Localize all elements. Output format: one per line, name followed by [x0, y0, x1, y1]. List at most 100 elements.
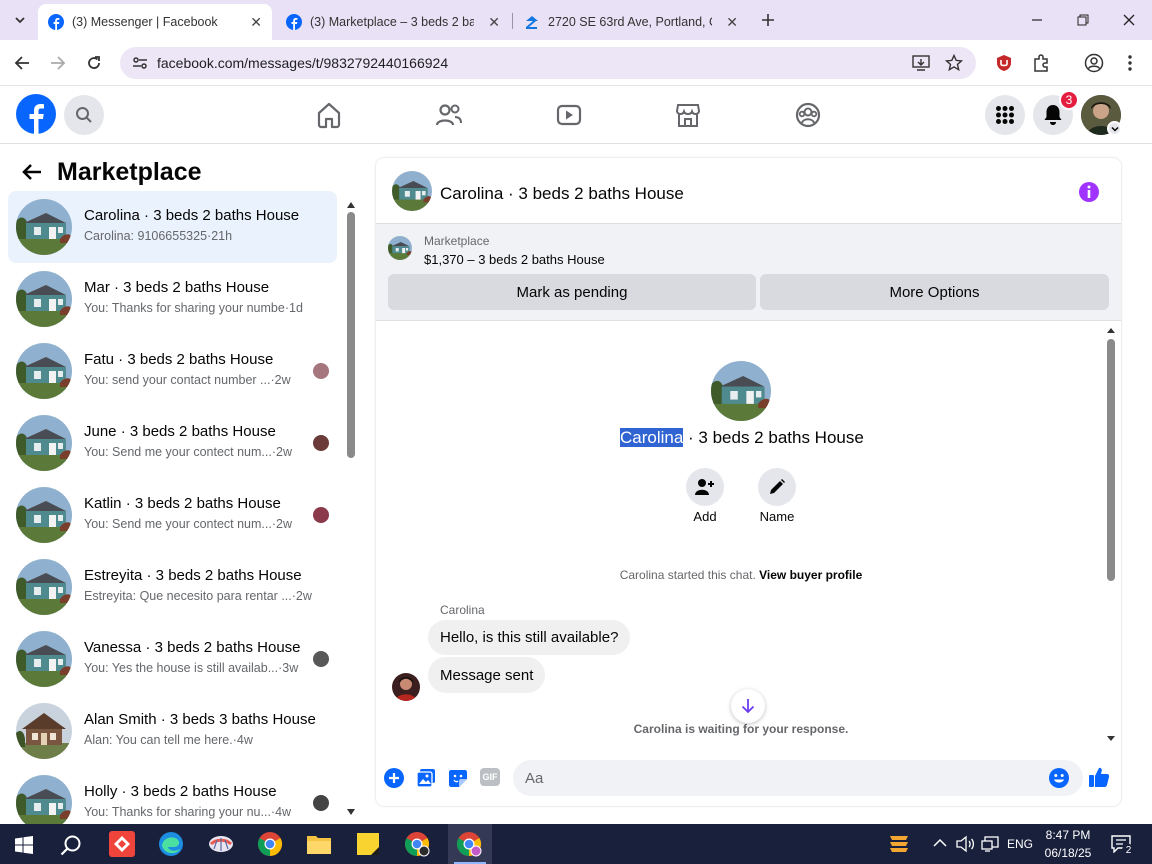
- conversation-name: Vanessa · 3 beds 2 baths House: [84, 639, 301, 656]
- grid-menu-icon: [996, 106, 1014, 124]
- tab-marketplace[interactable]: (3) Marketplace – 3 beds 2 bath ✕: [276, 4, 510, 40]
- add-label: Add: [693, 509, 717, 524]
- conversation-time: 1d: [289, 301, 303, 315]
- edit-name-button[interactable]: [758, 468, 796, 506]
- profile-name: Carolina · 3 beds 2 baths House: [620, 428, 864, 447]
- windows-start-icon[interactable]: [15, 836, 33, 854]
- new-tab-plus-icon[interactable]: [756, 8, 780, 32]
- tray-app-icon[interactable]: [888, 832, 910, 856]
- chat-scrollbar[interactable]: [1104, 323, 1118, 743]
- conversation-item[interactable]: Carolina · 3 beds 2 baths House Carolina:…: [8, 191, 337, 263]
- conversation-time: 2w: [295, 589, 312, 603]
- scroll-to-bottom-button[interactable]: [731, 689, 765, 723]
- site-settings-icon[interactable]: [132, 55, 148, 71]
- search-button[interactable]: [64, 95, 104, 135]
- listing-thumbnail[interactable]: [388, 236, 412, 260]
- marketplace-listing-bar: Marketplace $1,370 – 3 beds 2 baths Hous…: [376, 224, 1121, 321]
- plus-circle-icon[interactable]: [384, 768, 404, 788]
- anydesk-icon[interactable]: [108, 830, 136, 858]
- friends-icon[interactable]: [435, 101, 463, 129]
- sticker-icon[interactable]: [448, 768, 468, 788]
- sender-avatar[interactable]: [392, 673, 420, 701]
- highlighted-name: Carolina: [620, 428, 684, 447]
- conversation-item[interactable]: Vanessa · 3 beds 2 baths House You: Yes t…: [8, 623, 337, 695]
- reload-icon[interactable]: [82, 51, 106, 75]
- more-options-button[interactable]: More Options: [760, 274, 1109, 310]
- language-indicator[interactable]: ENG: [1007, 837, 1033, 851]
- mark-as-pending-button[interactable]: Mark as pending: [388, 274, 756, 310]
- tab-close-icon[interactable]: ✕: [250, 14, 262, 31]
- profile-avatar[interactable]: [711, 361, 771, 421]
- back-arrow-icon[interactable]: [10, 51, 34, 75]
- conversation-time: 2w: [274, 373, 291, 387]
- video-icon[interactable]: [555, 101, 583, 129]
- chrome-active-icon[interactable]: [455, 830, 483, 858]
- conversation-time: 21h: [211, 229, 233, 243]
- menu-grid-button[interactable]: [985, 95, 1025, 135]
- conversation-item[interactable]: Estreyita · 3 beds 2 baths House Estreyit…: [8, 551, 337, 623]
- conversation-name: June · 3 beds 2 baths House: [84, 423, 276, 440]
- file-explorer-icon[interactable]: [305, 830, 333, 858]
- home-icon[interactable]: [315, 101, 343, 129]
- address-bar[interactable]: facebook.com/messages/t/9832792440166924: [120, 47, 976, 79]
- clock-date[interactable]: 06/18/25: [1040, 846, 1096, 860]
- listing-title[interactable]: $1,370 – 3 beds 2 baths House: [424, 252, 605, 267]
- thumbs-up-icon[interactable]: [1088, 766, 1110, 788]
- sticky-notes-icon[interactable]: [354, 830, 382, 858]
- conversation-item[interactable]: Mar · 3 beds 2 baths House You: Thanks fo…: [8, 263, 337, 335]
- forward-arrow-icon[interactable]: [46, 51, 70, 75]
- conversation-item[interactable]: June · 3 beds 2 baths House You: Send me …: [8, 407, 337, 479]
- conversation-item[interactable]: Katlin · 3 beds 2 baths House You: Send m…: [8, 479, 337, 551]
- conversation-item[interactable]: Alan Smith · 3 beds 3 baths House Alan: Y…: [8, 695, 337, 767]
- add-person-button[interactable]: [686, 468, 724, 506]
- chrome-icon[interactable]: [256, 830, 284, 858]
- facebook-logo-icon[interactable]: [16, 94, 56, 134]
- photo-gallery-icon[interactable]: [416, 768, 436, 788]
- tab-zillow[interactable]: 2720 SE 63rd Ave, Portland, OR ✕: [514, 4, 748, 40]
- conversation-name: Alan Smith · 3 beds 3 baths House: [84, 711, 316, 728]
- profile-icon[interactable]: [1084, 53, 1104, 73]
- restore-icon[interactable]: [1071, 8, 1095, 32]
- conversation-time: 4w: [275, 805, 292, 819]
- message-input[interactable]: [513, 760, 1083, 796]
- chat-title[interactable]: Carolina · 3 beds 2 baths House: [440, 184, 684, 204]
- conversation-item[interactable]: Fatu · 3 beds 2 baths House You: send you…: [8, 335, 337, 407]
- conversation-name: Fatu · 3 beds 2 baths House: [84, 351, 274, 368]
- message-bubble[interactable]: Message sent: [428, 657, 546, 693]
- extensions-puzzle-icon[interactable]: [1031, 53, 1051, 73]
- edge-browser-icon[interactable]: [157, 830, 185, 858]
- tray-chevron-up-icon[interactable]: [933, 838, 947, 848]
- chat-avatar[interactable]: [392, 171, 432, 211]
- tab-messenger[interactable]: (3) Messenger | Facebook ✕: [38, 4, 272, 40]
- bookmark-star-icon[interactable]: [945, 54, 963, 72]
- groups-icon[interactable]: [794, 101, 822, 129]
- chrome-profile-icon[interactable]: [403, 830, 431, 858]
- network-icon[interactable]: [981, 835, 999, 853]
- search-icon[interactable]: [60, 834, 82, 856]
- browser-menu-icon[interactable]: [1122, 53, 1138, 73]
- sidebar-scrollbar[interactable]: [345, 197, 357, 817]
- gif-button[interactable]: GIF: [480, 768, 500, 786]
- tab-search-chevron-icon[interactable]: [8, 8, 32, 32]
- account-chevron-icon[interactable]: [1107, 121, 1122, 136]
- tab-title: (3) Marketplace – 3 beds 2 bath: [310, 15, 474, 29]
- marketplace-icon[interactable]: [674, 101, 702, 129]
- conversation-time: 4w: [236, 733, 253, 747]
- emoji-icon[interactable]: [1049, 768, 1069, 788]
- clock-time[interactable]: 8:47 PM: [1040, 828, 1096, 842]
- conversation-avatar: [16, 487, 72, 543]
- ublock-shield-icon[interactable]: [995, 54, 1013, 72]
- info-icon[interactable]: [1078, 181, 1100, 203]
- message-bubble[interactable]: Hello, is this still available?: [428, 620, 631, 655]
- view-buyer-profile-link[interactable]: View buyer profile: [759, 568, 862, 582]
- tab-close-icon[interactable]: ✕: [726, 14, 738, 31]
- back-arrow-icon[interactable]: [22, 163, 42, 181]
- tab-close-icon[interactable]: ✕: [488, 14, 500, 31]
- close-window-icon[interactable]: [1117, 8, 1141, 32]
- cloud-app-icon[interactable]: [207, 830, 235, 858]
- volume-icon[interactable]: [956, 835, 976, 853]
- conversation-time: 2w: [276, 445, 292, 459]
- sender-name: Carolina: [440, 603, 485, 617]
- minimize-icon[interactable]: [1025, 8, 1049, 32]
- install-app-icon[interactable]: [912, 55, 930, 71]
